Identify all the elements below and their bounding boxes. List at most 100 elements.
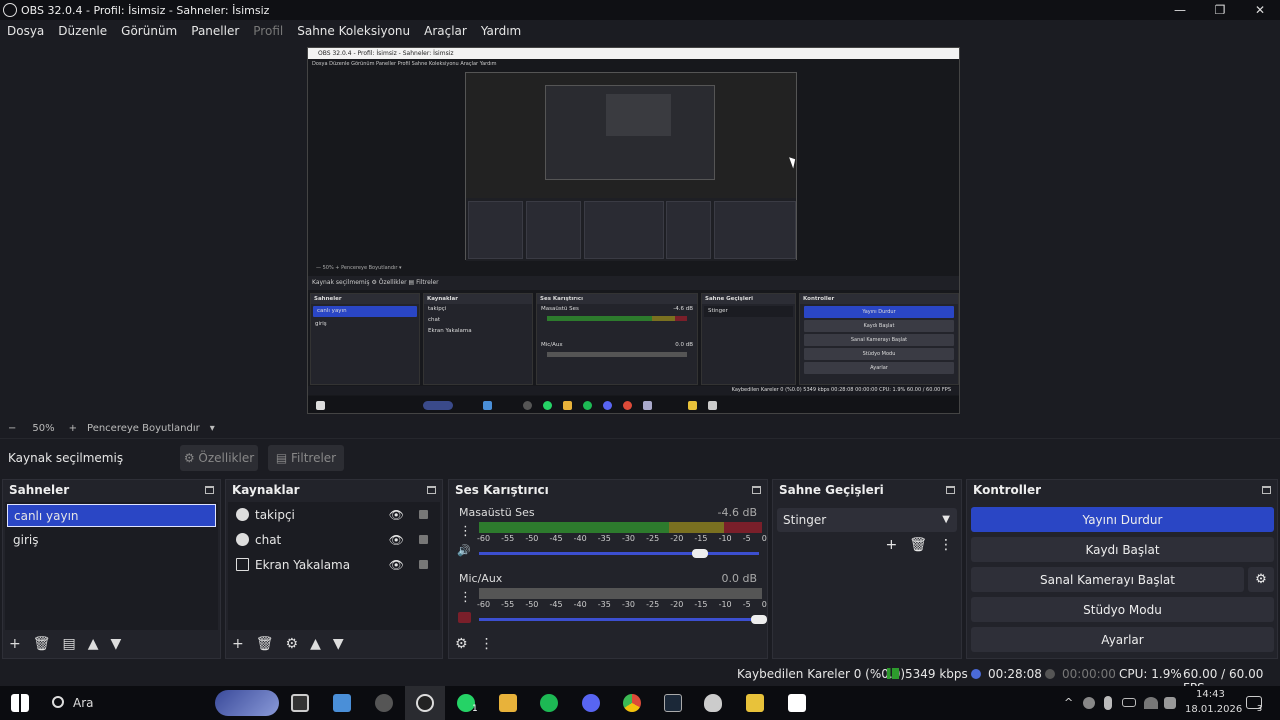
app-icon[interactable] — [746, 694, 764, 712]
visibility-eye-icon[interactable]: 👁 — [389, 508, 404, 522]
visibility-eye-icon[interactable]: 👁 — [389, 558, 404, 572]
lock-icon[interactable] — [419, 510, 428, 519]
preview-mixer-channel: Mic/Aux 0.0 dB — [537, 340, 697, 351]
preview-zoom-bar: — 50% + Pencereye Boyutlandır ▾ — [316, 265, 402, 271]
wallpaper-widget-icon[interactable] — [215, 690, 279, 716]
microphone-icon[interactable] — [1104, 696, 1112, 710]
folder-icon[interactable] — [499, 694, 517, 712]
settings-icon[interactable] — [375, 694, 393, 712]
zoom-in-button[interactable]: + — [69, 423, 77, 434]
close-button[interactable]: ✕ — [1240, 0, 1280, 20]
lock-icon[interactable] — [419, 560, 428, 569]
source-properties-button[interactable]: ⚙ — [286, 636, 299, 652]
filters-button[interactable]: ▤ Filtreler — [268, 445, 344, 471]
transition-menu-icon[interactable]: ⋮ — [939, 537, 953, 553]
preview-nested-window-3 — [606, 94, 671, 136]
volume-slider-handle[interactable] — [751, 615, 767, 624]
source-item-chat[interactable]: chat 👁 — [228, 527, 440, 552]
preview-nested-window-2 — [545, 85, 715, 180]
preview-control-button: Kaydı Başlat — [804, 320, 954, 332]
undock-icon[interactable] — [205, 486, 214, 494]
search-icon[interactable] — [52, 696, 64, 708]
discord-icon[interactable] — [582, 694, 600, 712]
virtual-camera-settings-gear-icon[interactable]: ⚙ — [1248, 567, 1274, 592]
scenes-title: Sahneler — [9, 483, 70, 497]
stop-streaming-button[interactable]: Yayını Durdur — [971, 507, 1274, 532]
tray-icon[interactable] — [1083, 697, 1095, 709]
steam-icon[interactable] — [664, 694, 682, 712]
maximize-button[interactable]: ❐ — [1200, 0, 1240, 20]
scene-transitions-dock: Sahne Geçişleri Stinger ▼ + 🗑 ⋮ — [772, 479, 962, 659]
clock-date: 18.01.2026 — [1185, 704, 1243, 715]
move-scene-up-button[interactable]: ▲ — [88, 636, 99, 652]
scene-item-giris[interactable]: giriş — [7, 529, 216, 552]
task-view-icon[interactable] — [291, 694, 309, 712]
obs-logo-icon — [3, 3, 17, 17]
undock-icon[interactable] — [752, 486, 761, 494]
wifi-icon[interactable] — [1144, 697, 1158, 709]
zoom-out-button[interactable]: − — [8, 423, 16, 434]
start-virtual-camera-button[interactable]: Sanal Kamerayı Başlat — [971, 567, 1244, 592]
zoom-dropdown-icon[interactable]: ▾ — [210, 423, 215, 434]
volume-slider-mic[interactable] — [479, 618, 759, 621]
windows-start-icon[interactable] — [11, 694, 29, 712]
muted-speaker-icon[interactable] — [458, 612, 471, 623]
settings-button[interactable]: Ayarlar — [971, 627, 1274, 652]
notepad-icon[interactable] — [788, 694, 806, 712]
undock-icon[interactable] — [427, 486, 436, 494]
battery-icon[interactable] — [1122, 698, 1136, 707]
minimize-button[interactable]: — — [1160, 0, 1200, 20]
source-item-ekran-yakalama[interactable]: Ekran Yakalama 👁 — [228, 552, 440, 577]
volume-slider-desktop[interactable] — [479, 552, 759, 555]
menu-duzenle[interactable]: Düzenle — [58, 24, 107, 38]
preview-app-icon — [543, 401, 552, 410]
volume-slider-handle[interactable] — [692, 549, 709, 558]
volume-icon[interactable] — [1164, 697, 1176, 709]
spotify-icon[interactable] — [540, 694, 558, 712]
menu-araclar[interactable]: Araçlar — [424, 24, 467, 38]
move-source-down-button[interactable]: ▼ — [333, 636, 344, 652]
move-source-up-button[interactable]: ▲ — [310, 636, 321, 652]
remove-scene-button[interactable]: 🗑 — [33, 636, 51, 652]
chevron-up-icon[interactable]: ^ — [1064, 696, 1073, 709]
menu-dosya[interactable]: Dosya — [7, 24, 44, 38]
studio-mode-button[interactable]: Stüdyo Modu — [971, 597, 1274, 622]
obs-icon[interactable] — [416, 694, 434, 712]
shield-icon[interactable] — [704, 694, 722, 712]
remove-source-button[interactable]: 🗑 — [256, 636, 274, 652]
undock-icon[interactable] — [946, 486, 955, 494]
start-recording-button[interactable]: Kaydı Başlat — [971, 537, 1274, 562]
add-transition-button[interactable]: + — [885, 537, 897, 553]
file-explorer-icon[interactable] — [333, 694, 351, 712]
scene-item-canli-yayin[interactable]: canlı yayın — [7, 504, 216, 527]
properties-button[interactable]: ⚙ Özellikler — [180, 445, 258, 471]
scene-filters-button[interactable]: ▤ — [63, 636, 76, 652]
fit-to-window-label[interactable]: Pencereye Boyutlandır — [87, 423, 200, 434]
menu-yardim[interactable]: Yardım — [481, 24, 521, 38]
add-source-button[interactable]: + — [232, 636, 244, 652]
speaker-icon[interactable]: 🔊 — [457, 544, 471, 557]
mixer-menu-icon[interactable]: ⋮ — [480, 636, 494, 652]
menu-gorunum[interactable]: Görünüm — [121, 24, 177, 38]
chrome-icon[interactable] — [623, 694, 641, 712]
whatsapp-badge: 1 — [472, 704, 478, 714]
channel-menu-icon[interactable]: ⋮ — [459, 590, 472, 605]
move-scene-down-button[interactable]: ▼ — [111, 636, 122, 652]
channel-menu-icon[interactable]: ⋮ — [459, 524, 472, 539]
menu-sahne-koleksiyonu[interactable]: Sahne Koleksiyonu — [297, 24, 410, 38]
source-item-takipci[interactable]: takipçi 👁 — [228, 502, 440, 527]
visibility-eye-icon[interactable]: 👁 — [389, 533, 404, 547]
menu-profil[interactable]: Profil — [253, 24, 283, 38]
remove-transition-button[interactable]: 🗑 — [909, 537, 927, 553]
stream-time: 00:28:08 — [988, 667, 1042, 681]
mixer-settings-icon[interactable]: ⚙ — [455, 636, 468, 652]
transition-select[interactable]: Stinger ▼ — [777, 508, 957, 532]
preview-mixer-name: Masaüstü Ses — [541, 306, 579, 312]
stream-preview[interactable]: OBS 32.0.4 - Profil: İsimsiz - Sahneler:… — [307, 47, 960, 414]
undock-icon[interactable] — [1262, 486, 1271, 494]
preview-status-bar: Kaybedilen Kareler 0 (%0.0) 5349 kbps 00… — [308, 386, 959, 395]
lock-icon[interactable] — [419, 535, 428, 544]
taskbar-search[interactable]: Ara — [73, 696, 94, 710]
menu-paneller[interactable]: Paneller — [191, 24, 239, 38]
add-scene-button[interactable]: + — [9, 636, 21, 652]
